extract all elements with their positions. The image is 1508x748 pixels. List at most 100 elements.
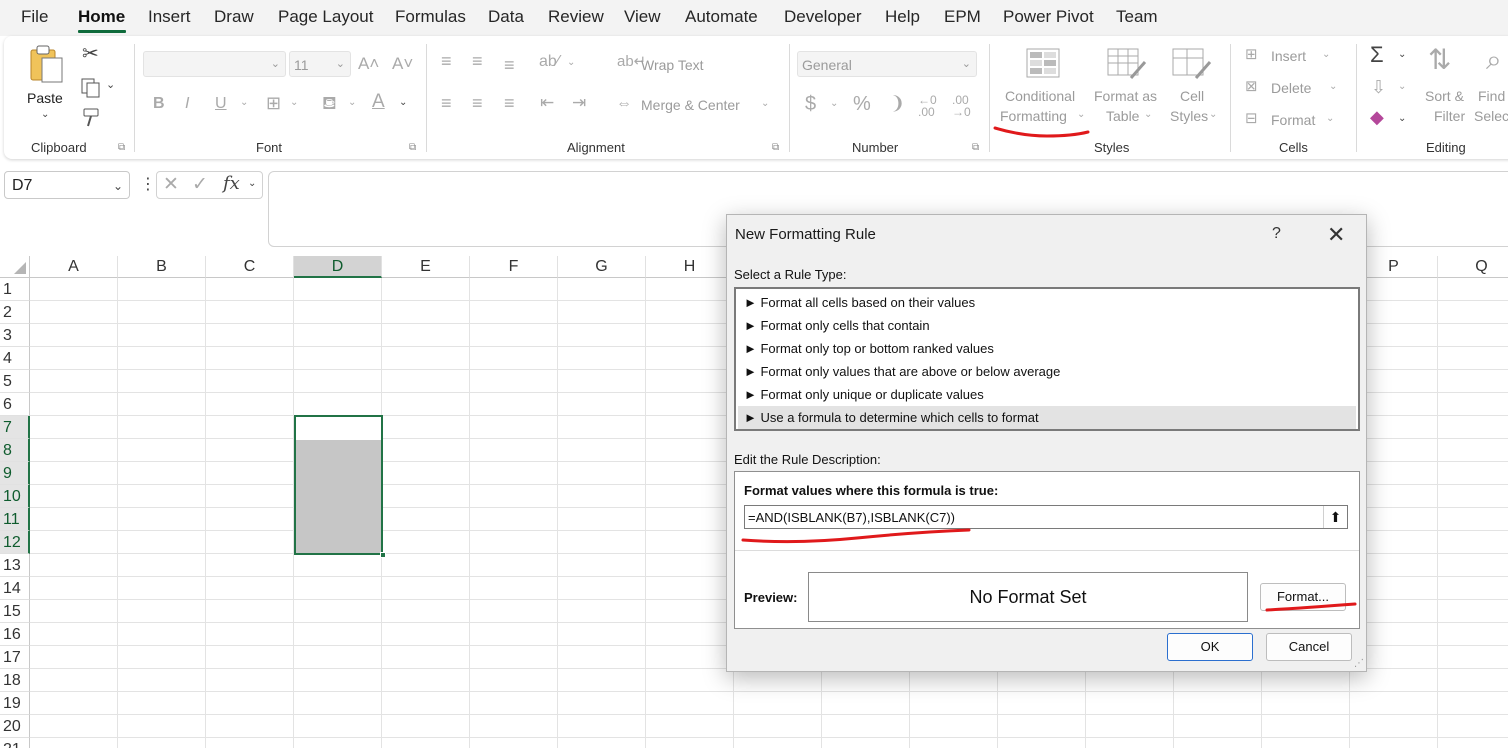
find-select-icon[interactable]: ⌕ <box>1486 46 1502 74</box>
row-header[interactable]: 11 <box>0 508 30 531</box>
find-select-line1[interactable]: Find & <box>1478 88 1508 104</box>
column-header[interactable]: D <box>294 256 382 278</box>
paste-button[interactable]: Paste <box>27 90 63 106</box>
row-header[interactable]: 13 <box>0 554 30 577</box>
tab-epm[interactable]: EPM <box>944 7 981 27</box>
conditional-formatting-line2[interactable]: Formatting <box>1000 108 1067 124</box>
cell-styles-line2[interactable]: Styles <box>1170 108 1208 124</box>
tab-file[interactable]: File <box>21 7 48 27</box>
row-header[interactable]: 10 <box>0 485 30 508</box>
wrap-text-button[interactable]: Wrap Text <box>641 57 704 73</box>
row-header[interactable]: 15 <box>0 600 30 623</box>
tab-view[interactable]: View <box>624 7 661 27</box>
cell-styles-icon[interactable] <box>1172 48 1212 80</box>
tab-page-layout[interactable]: Page Layout <box>278 7 373 27</box>
row-header[interactable]: 21 <box>0 738 30 748</box>
rule-type-item[interactable]: ► Format all cells based on their values <box>738 291 1356 314</box>
copy-icon[interactable] <box>80 77 102 99</box>
ok-button[interactable]: OK <box>1167 633 1253 661</box>
row-header[interactable]: 16 <box>0 623 30 646</box>
increase-font-size-icon[interactable]: A˄ <box>358 55 379 72</box>
tab-draw[interactable]: Draw <box>214 7 254 27</box>
font-name-dropdown[interactable]: ⌄ <box>143 51 286 77</box>
column-header[interactable]: C <box>206 256 294 278</box>
chevron-down-icon[interactable]: ⌄ <box>106 80 115 91</box>
middle-align-icon[interactable]: ≡ <box>472 52 483 70</box>
underline-button[interactable]: U <box>215 96 227 112</box>
row-header[interactable]: 1 <box>0 278 30 301</box>
row-header[interactable]: 12 <box>0 531 30 554</box>
row-header[interactable]: 3 <box>0 324 30 347</box>
number-format-dropdown[interactable]: General ⌄ <box>797 51 977 77</box>
align-left-icon[interactable]: ≡ <box>441 94 452 112</box>
close-icon[interactable]: ✕ <box>1327 222 1345 248</box>
rule-type-item[interactable]: ► Format only top or bottom ranked value… <box>738 337 1356 360</box>
percent-button[interactable]: % <box>853 94 871 114</box>
dialog-launcher-icon[interactable]: ⧉ <box>972 142 979 153</box>
chevron-down-icon[interactable]: ⌄ <box>1144 110 1152 120</box>
fill-color-icon[interactable]: ⛾ <box>322 94 337 112</box>
cut-icon[interactable]: ✂ <box>82 44 99 64</box>
chevron-down-icon[interactable]: ⌄ <box>290 98 298 108</box>
insert-function-button[interactable]: fx <box>223 175 240 193</box>
row-header[interactable]: 7 <box>0 416 30 439</box>
format-as-table-line1[interactable]: Format as <box>1094 88 1157 104</box>
format-cells-icon[interactable]: ⊟ <box>1245 111 1258 126</box>
increase-decimal-icon[interactable]: ←0.00 <box>918 94 937 118</box>
chevron-down-icon[interactable]: ⌄ <box>1209 110 1217 120</box>
chevron-down-icon[interactable]: ⌄ <box>1398 82 1406 92</box>
find-select-line2[interactable]: Select <box>1474 108 1508 124</box>
top-align-icon[interactable]: ≡ <box>441 52 452 70</box>
cell-styles-line1[interactable]: Cell <box>1180 88 1204 104</box>
font-color-icon[interactable]: A <box>372 92 385 111</box>
more-options-icon[interactable]: ⋮ <box>140 177 156 193</box>
chevron-down-icon[interactable]: ⌄ <box>1326 114 1334 124</box>
format-as-table-icon[interactable] <box>1107 48 1147 80</box>
row-header[interactable]: 17 <box>0 646 30 669</box>
row-header[interactable]: 20 <box>0 715 30 738</box>
decrease-font-size-icon[interactable]: A˅ <box>392 55 413 72</box>
tab-data[interactable]: Data <box>488 7 524 27</box>
column-header[interactable]: F <box>470 256 558 278</box>
formula-field[interactable]: =AND(ISBLANK(B7),ISBLANK(C7)) ⬆ <box>744 505 1348 529</box>
sort-filter-line1[interactable]: Sort & <box>1425 88 1464 104</box>
bottom-align-icon[interactable]: ≡ <box>504 56 515 74</box>
increase-indent-icon[interactable]: ⇥ <box>572 94 586 111</box>
rule-type-item[interactable]: ► Format only unique or duplicate values <box>738 383 1356 406</box>
bold-button[interactable]: B <box>153 96 165 112</box>
rule-type-item[interactable]: ► Format only cells that contain <box>738 314 1356 337</box>
resize-grip-icon[interactable]: ⋰ <box>1354 658 1364 669</box>
chevron-down-icon[interactable]: ⌄ <box>830 99 838 109</box>
dialog-launcher-icon[interactable]: ⧉ <box>772 142 779 153</box>
center-icon[interactable]: ≡ <box>472 94 483 112</box>
row-header[interactable]: 4 <box>0 347 30 370</box>
format-as-table-line2[interactable]: Table <box>1106 108 1139 124</box>
row-header[interactable]: 8 <box>0 439 30 462</box>
comma-style-button[interactable]: ❩ <box>890 94 905 112</box>
dialog-launcher-icon[interactable]: ⧉ <box>409 142 416 153</box>
column-header[interactable]: A <box>30 256 118 278</box>
row-header[interactable]: 6 <box>0 393 30 416</box>
column-header[interactable]: Q <box>1438 256 1508 278</box>
row-header[interactable]: 5 <box>0 370 30 393</box>
chevron-down-icon[interactable]: ⌄ <box>41 110 49 120</box>
insert-cells-icon[interactable]: ⊞ <box>1245 47 1258 62</box>
chevron-down-icon[interactable]: ⌄ <box>567 58 575 68</box>
paste-icon[interactable] <box>29 44 65 84</box>
font-size-dropdown[interactable]: 11 ⌄ <box>289 51 351 77</box>
currency-button[interactable]: $ <box>805 94 816 114</box>
chevron-down-icon[interactable]: ⌄ <box>1398 50 1406 60</box>
chevron-down-icon[interactable]: ⌄ <box>348 98 356 108</box>
sort-filter-line2[interactable]: Filter <box>1434 108 1465 124</box>
rule-type-item[interactable]: ► Format only values that are above or b… <box>738 360 1356 383</box>
collapse-dialog-icon[interactable]: ⬆ <box>1323 506 1347 528</box>
cancel-entry-icon[interactable]: ✕ <box>163 175 179 194</box>
column-header[interactable]: E <box>382 256 470 278</box>
tab-help[interactable]: Help <box>885 7 920 27</box>
align-right-icon[interactable]: ≡ <box>504 94 515 112</box>
borders-icon[interactable]: ⊞ <box>266 94 281 112</box>
merge-center-button[interactable]: Merge & Center <box>641 97 740 113</box>
chevron-down-icon[interactable]: ⌄ <box>1322 50 1330 60</box>
chevron-down-icon[interactable]: ⌄ <box>248 179 256 189</box>
row-header[interactable]: 14 <box>0 577 30 600</box>
